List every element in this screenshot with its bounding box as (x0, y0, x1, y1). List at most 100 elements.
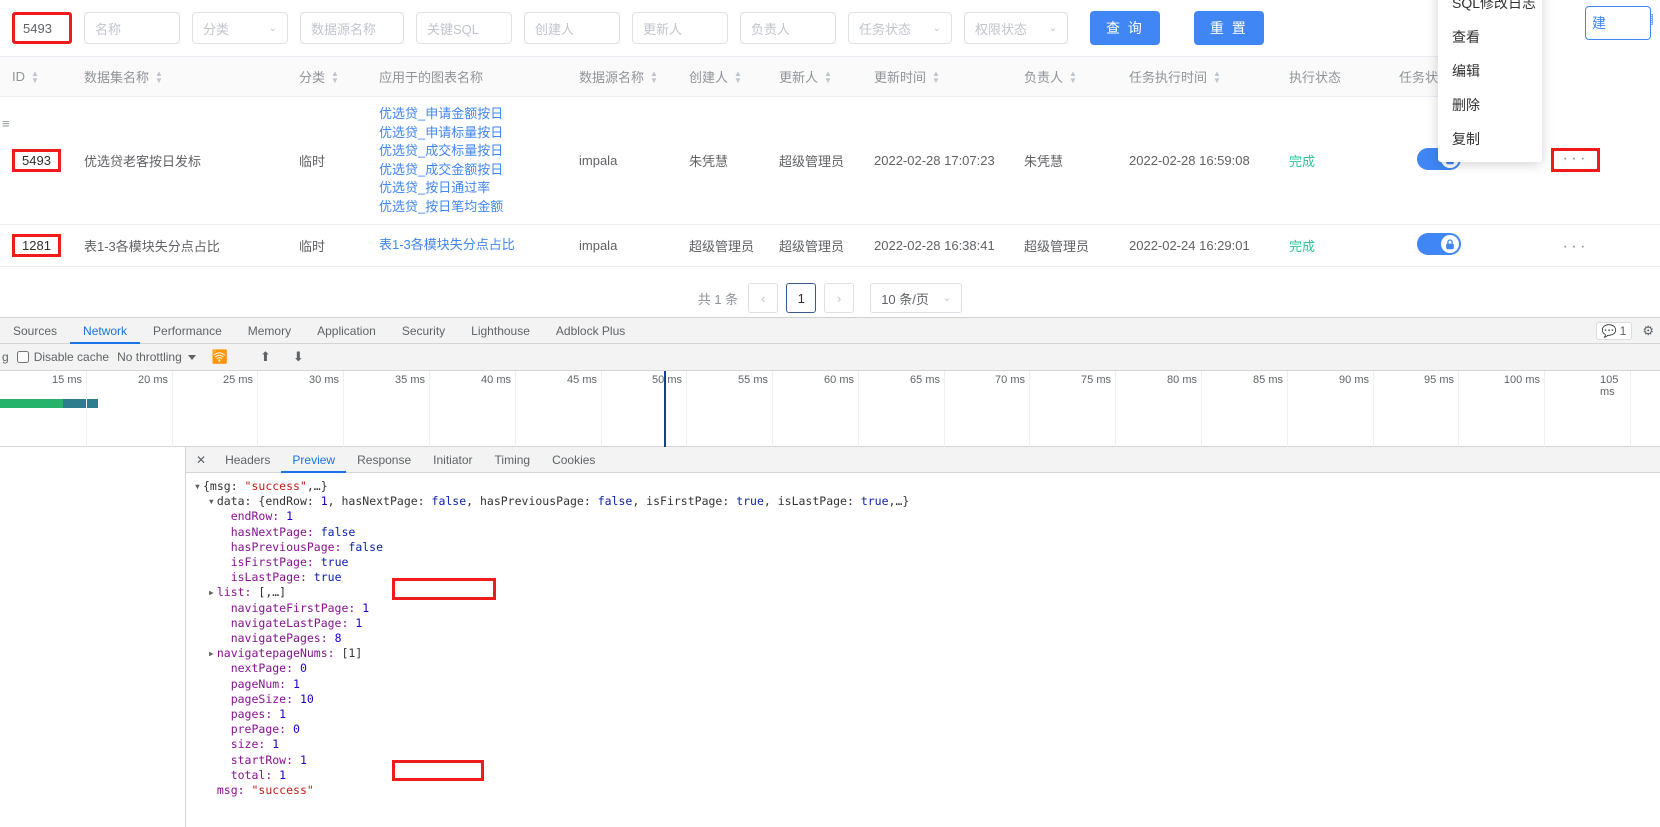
sort-icon[interactable]: ▲ ▼ (31, 69, 39, 84)
devtools-tab-lighthouse[interactable]: Lighthouse (458, 318, 543, 344)
request-list-panel[interactable] (0, 447, 186, 827)
chart-link[interactable]: 优选贷_按日通过率 (379, 179, 559, 198)
disclosure-triangle-icon[interactable]: ▾ (194, 479, 203, 494)
disclosure-triangle-icon[interactable] (222, 631, 231, 646)
menu-item-4[interactable]: 删除 (1438, 88, 1542, 122)
disclosure-triangle-icon[interactable] (222, 540, 231, 555)
gear-icon[interactable]: ⚙ (1642, 323, 1654, 339)
detail-tab-timing[interactable]: Timing (484, 447, 542, 473)
sort-icon[interactable]: ▲ ▼ (650, 69, 658, 84)
pagination-prev-button[interactable]: ‹ (748, 283, 779, 313)
detail-tab-cookies[interactable]: Cookies (541, 447, 606, 473)
disable-cache-input[interactable] (16, 351, 29, 363)
disclosure-triangle-icon[interactable] (222, 555, 231, 570)
chart-link[interactable]: 优选贷_成交金额按日 (379, 161, 559, 180)
disclosure-triangle-icon[interactable] (222, 509, 231, 524)
sort-icon[interactable]: ▲ ▼ (155, 69, 163, 84)
sort-icon[interactable]: ▲ ▼ (1213, 69, 1221, 84)
disable-cache-checkbox[interactable]: Disable cache (16, 350, 109, 364)
disclosure-triangle-icon[interactable]: ▾ (208, 494, 217, 509)
column-header-6[interactable]: 创建人 ▲ ▼ (677, 56, 767, 97)
menu-item-5[interactable]: 复制 (1438, 122, 1542, 156)
devtools-tab-memory[interactable]: Memory (235, 318, 304, 344)
devtools-tab-security[interactable]: Security (389, 318, 458, 344)
row-actions-button[interactable]: ··· (1550, 148, 1601, 173)
column-header-1[interactable]: ID ▲ ▼ (0, 56, 72, 97)
detail-tab-preview[interactable]: Preview (281, 447, 347, 473)
pagination-page-1[interactable]: 1 (786, 283, 817, 313)
chart-link[interactable]: 优选贷_申请金额按日 (379, 105, 559, 124)
detail-tab-response[interactable]: Response (346, 447, 422, 473)
sort-icon[interactable]: ▲ ▼ (932, 69, 940, 84)
devtools-tab-adblock-plus[interactable]: Adblock Plus (543, 318, 638, 344)
chart-link[interactable]: 优选贷_成交标量按日 (379, 142, 559, 161)
row-actions-button[interactable]: ··· (1563, 236, 1589, 255)
wifi-icon[interactable]: 🛜 (212, 349, 228, 365)
creator-filter[interactable]: 创建人 (524, 12, 620, 44)
disclosure-triangle-icon[interactable] (222, 570, 231, 585)
chart-link[interactable]: 优选贷_按日笔均金额 (379, 198, 559, 217)
reset-button[interactable]: 重 置 (1193, 11, 1264, 45)
perm-status-filter[interactable]: 权限状态 ⌄ (964, 12, 1068, 44)
id-filter[interactable]: 5493 (12, 12, 72, 44)
download-icon[interactable]: ⬇ (293, 349, 304, 365)
disclosure-triangle-icon[interactable] (222, 616, 231, 631)
close-icon[interactable]: ✕ (186, 453, 214, 467)
chart-link[interactable]: 优选贷_申请标量按日 (379, 124, 559, 143)
column-header-8[interactable]: 更新时间 ▲ ▼ (862, 56, 1012, 97)
sort-icon[interactable]: ▲ ▼ (734, 69, 742, 84)
disclosure-triangle-icon[interactable] (222, 677, 231, 692)
new-button[interactable]: 建 (1585, 6, 1651, 40)
sort-icon[interactable]: ▲ ▼ (824, 69, 832, 84)
disclosure-triangle-icon[interactable] (208, 783, 217, 798)
menu-item-3[interactable]: 编辑 (1438, 54, 1542, 88)
sort-icon[interactable]: ▲ ▼ (1069, 69, 1077, 84)
updater-filter[interactable]: 更新人 (632, 12, 728, 44)
devtools-tab-sources[interactable]: Sources (0, 318, 70, 344)
datasource-filter[interactable]: 数据源名称 (300, 12, 404, 44)
disclosure-triangle-icon[interactable] (222, 525, 231, 540)
column-header-7[interactable]: 更新人 ▲ ▼ (767, 56, 862, 97)
key-sql-filter[interactable]: 关键SQL (416, 12, 512, 44)
disclosure-triangle-icon[interactable] (222, 661, 231, 676)
disclosure-triangle-icon[interactable]: ▸ (208, 646, 217, 661)
disclosure-triangle-icon[interactable] (222, 692, 231, 707)
disclosure-triangle-icon[interactable] (222, 601, 231, 616)
json-line: ▾ {msg: "success",…} (194, 479, 328, 494)
name-filter[interactable]: 名称 (84, 12, 180, 44)
disclosure-triangle-icon[interactable] (222, 707, 231, 722)
column-header-9[interactable]: 负责人 ▲ ▼ (1012, 56, 1117, 97)
throttling-select[interactable]: No throttling (117, 350, 196, 364)
task-status-toggle[interactable] (1417, 233, 1461, 255)
preview-json-viewer[interactable]: ▾ {msg: "success",…} ▾ data: {endRow: 1, h… (186, 473, 1660, 827)
devtools-tab-network[interactable]: Network (70, 318, 141, 344)
search-button[interactable]: 查 询 (1090, 11, 1160, 45)
table-row[interactable]: 5493 优选贷老客按日发标 临时 优选贷_申请金额按日 优选贷_申请标量按日 优选贷_成… (0, 96, 1660, 225)
owner-filter[interactable]: 负责人 (740, 12, 836, 44)
menu-item-2[interactable]: 查看 (1438, 20, 1542, 54)
detail-tab-headers[interactable]: Headers (214, 447, 281, 473)
drag-handle-icon[interactable]: ≡ (2, 117, 10, 130)
devtools-tab-application[interactable]: Application (304, 318, 389, 344)
disclosure-triangle-icon[interactable] (222, 722, 231, 737)
category-filter[interactable]: 分类 ⌄ (192, 12, 288, 44)
messages-badge[interactable]: 💬 1 (1595, 322, 1633, 340)
column-header-2[interactable]: 数据集名称 ▲ ▼ (72, 56, 287, 97)
task-status-filter[interactable]: 任务状态 ⌄ (848, 12, 952, 44)
detail-tab-initiator[interactable]: Initiator (422, 447, 483, 473)
page-size-select[interactable]: 10 条/页 ⌄ (870, 283, 963, 313)
upload-icon[interactable]: ⬆ (260, 349, 271, 365)
disclosure-triangle-icon[interactable] (222, 768, 231, 783)
disclosure-triangle-icon[interactable]: ▸ (208, 585, 217, 600)
column-header-10[interactable]: 任务执行时间 ▲ ▼ (1117, 56, 1277, 97)
table-row[interactable]: 1281 表1-3各模块失分点占比 临时 表1-3各模块失分点占比 impala 超级管理… (0, 224, 1660, 267)
chart-link[interactable]: 表1-3各模块失分点占比 (379, 236, 559, 255)
disclosure-triangle-icon[interactable] (222, 737, 231, 752)
column-header-3[interactable]: 分类 ▲ ▼ (287, 56, 367, 97)
devtools-tab-performance[interactable]: Performance (140, 318, 235, 344)
sort-icon[interactable]: ▲ ▼ (331, 69, 339, 84)
disclosure-triangle-icon[interactable] (222, 753, 231, 768)
column-header-5[interactable]: 数据源名称 ▲ ▼ (567, 56, 677, 97)
pagination-next-button[interactable]: › (824, 283, 855, 313)
menu-item-1[interactable]: SQL修改日志 (1438, 0, 1542, 20)
